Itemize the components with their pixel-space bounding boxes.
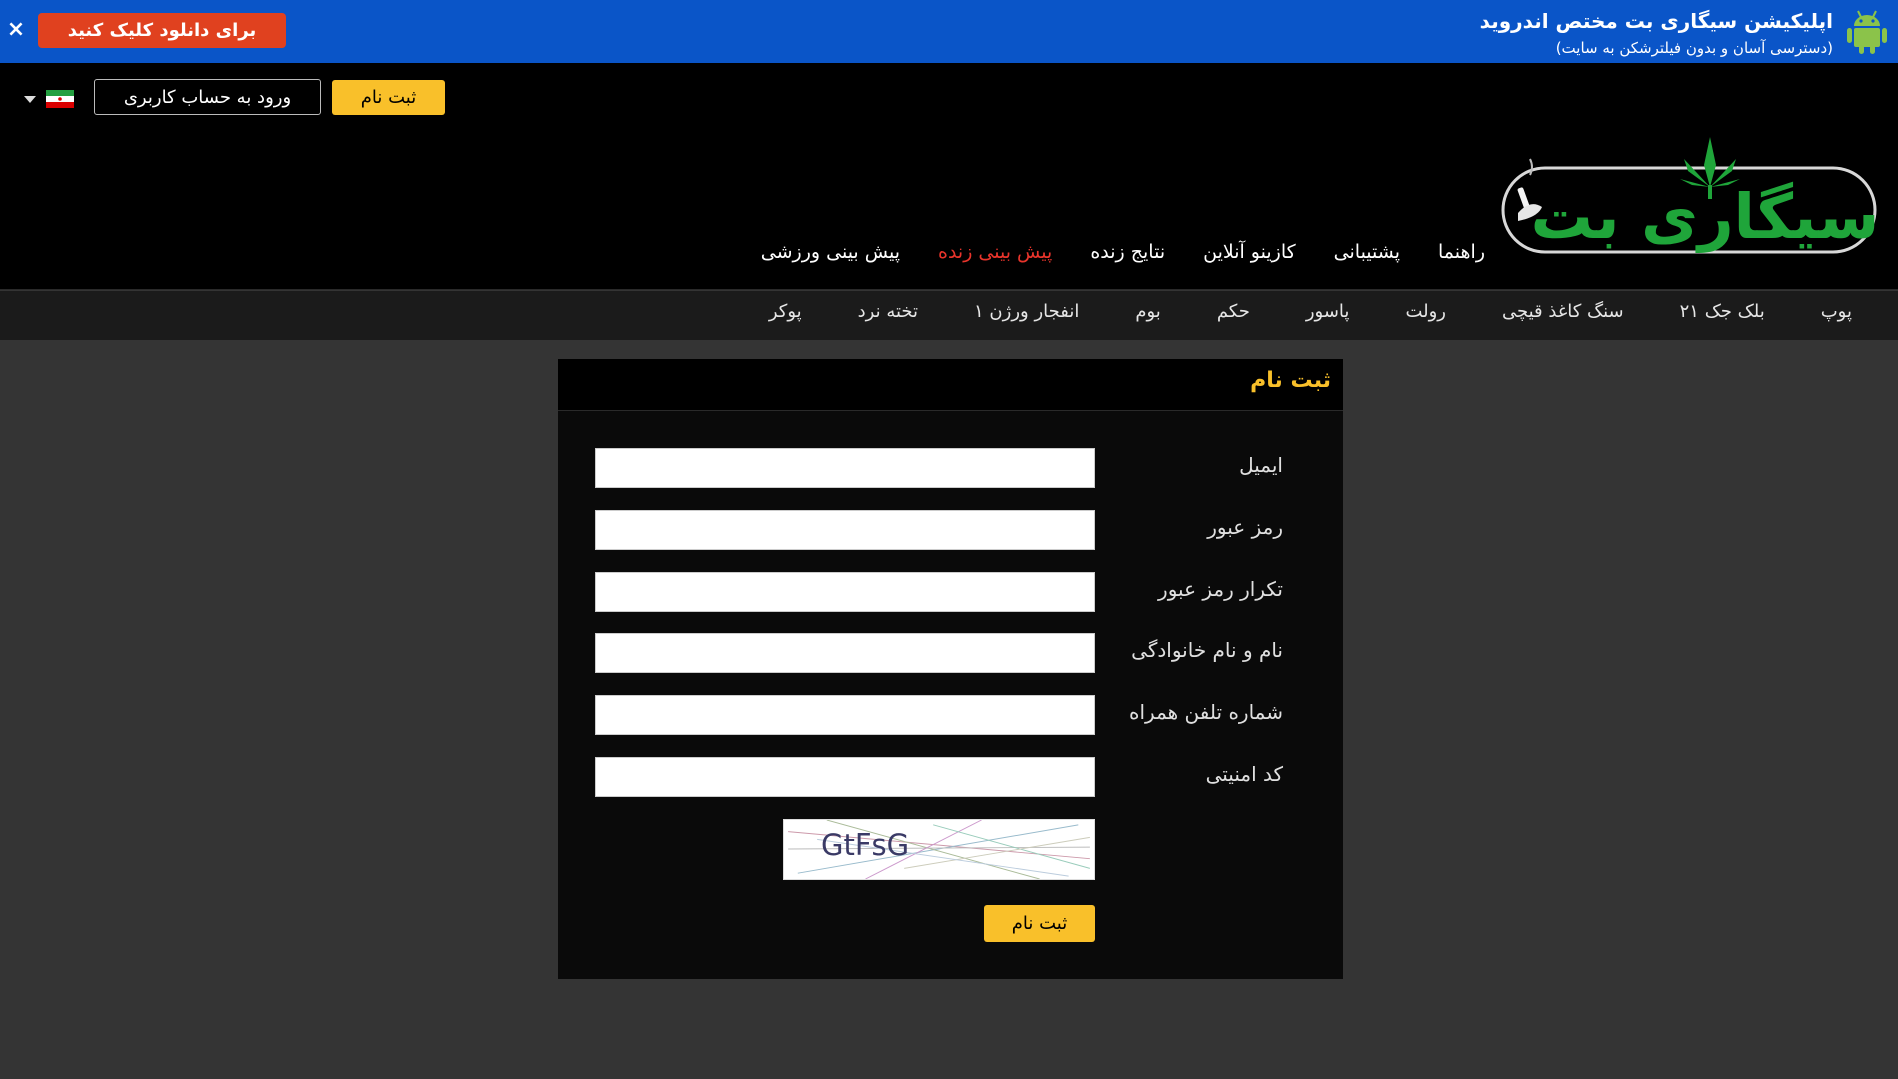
subnav-pasoor[interactable]: پاسور (1306, 301, 1350, 322)
email-row: ایمیل (558, 448, 1343, 488)
phone-row: شماره تلفن همراه (558, 695, 1343, 735)
signup-submit-button[interactable]: ثبت نام (984, 905, 1095, 942)
signup-header-button[interactable]: ثبت نام (332, 80, 445, 115)
password-row: رمز عبور (558, 510, 1343, 550)
subnav-pop[interactable]: پوپ (1821, 301, 1852, 322)
captcha-image: GtFsG (783, 819, 1095, 880)
password-field[interactable] (595, 510, 1095, 550)
nav-live-results[interactable]: نتایج زنده (1090, 241, 1165, 263)
banner-title: اپلیکیشن سیگاری بت مختص اندروید (1479, 9, 1833, 33)
nav-online-casino[interactable]: کازینو آنلاین (1203, 241, 1296, 263)
games-subnav: پوکر تخته نرد انفجار ورژن ۱ بوم حکم پاسو… (0, 291, 1898, 340)
password-confirm-label: تکرار رمز عبور (1158, 577, 1283, 601)
site-logo[interactable]: سیگاری بت (1500, 135, 1880, 265)
main-nav: پیش بینی ورزشی پیش بینی زنده نتایج زنده … (761, 241, 1485, 263)
subnav-roulette[interactable]: رولت (1405, 301, 1446, 322)
fullname-field[interactable] (595, 633, 1095, 673)
captcha-text: GtFsG (821, 828, 909, 862)
subnav-crash-v1[interactable]: انفجار ورژن ۱ (974, 301, 1079, 322)
fullname-row: نام و نام خانوادگی (558, 633, 1343, 673)
app-download-banner: اپلیکیشن سیگاری بت مختص اندروید (دسترسی … (0, 0, 1898, 63)
nav-guide[interactable]: راهنما (1438, 241, 1485, 263)
password-confirm-row: تکرار رمز عبور (558, 572, 1343, 612)
nav-support[interactable]: پشتیبانی (1334, 241, 1400, 263)
email-field[interactable] (595, 448, 1095, 488)
subnav-poker[interactable]: پوکر (769, 301, 802, 322)
panel-header: ثبت نام (558, 359, 1343, 411)
login-button[interactable]: ورود به حساب کاربری (94, 79, 321, 115)
nav-live-prediction[interactable]: پیش بینی زنده (938, 241, 1052, 263)
security-code-label: کد امنیتی (1205, 762, 1283, 786)
iran-flag-icon (46, 90, 74, 108)
subnav-boom[interactable]: بوم (1135, 301, 1160, 322)
nav-sports-prediction[interactable]: پیش بینی ورزشی (761, 241, 900, 263)
subnav-blackjack[interactable]: بلک جک ۲۱ (1680, 301, 1765, 322)
subnav-hokm[interactable]: حکم (1217, 301, 1250, 322)
close-icon[interactable]: × (6, 16, 26, 44)
email-label: ایمیل (1239, 453, 1283, 477)
android-icon (1847, 10, 1887, 54)
security-code-row: کد امنیتی (558, 757, 1343, 797)
phone-field[interactable] (595, 695, 1095, 735)
subnav-backgammon[interactable]: تخته نرد (858, 301, 918, 322)
site-header: ورود به حساب کاربری ثبت نام سیگاری بت پی… (0, 63, 1898, 290)
subnav-rock-paper-scissors[interactable]: سنگ کاغذ قیچی (1502, 301, 1624, 322)
phone-label: شماره تلفن همراه (1129, 700, 1283, 724)
banner-subtitle: (دسترسی آسان و بدون فیلترشکن به سایت) (1555, 39, 1833, 57)
panel-title: ثبت نام (1250, 368, 1331, 393)
language-selector[interactable] (24, 87, 76, 111)
registration-panel: ثبت نام ایمیل رمز عبور تکرار رمز عبور نا… (558, 359, 1343, 979)
password-confirm-field[interactable] (595, 572, 1095, 612)
password-label: رمز عبور (1207, 515, 1283, 539)
fullname-label: نام و نام خانوادگی (1131, 638, 1283, 662)
download-app-button[interactable]: برای دانلود کلیک کنید (38, 13, 286, 48)
security-code-field[interactable] (595, 757, 1095, 797)
logo-text: سیگاری بت (1531, 180, 1880, 253)
chevron-down-icon (24, 96, 36, 103)
